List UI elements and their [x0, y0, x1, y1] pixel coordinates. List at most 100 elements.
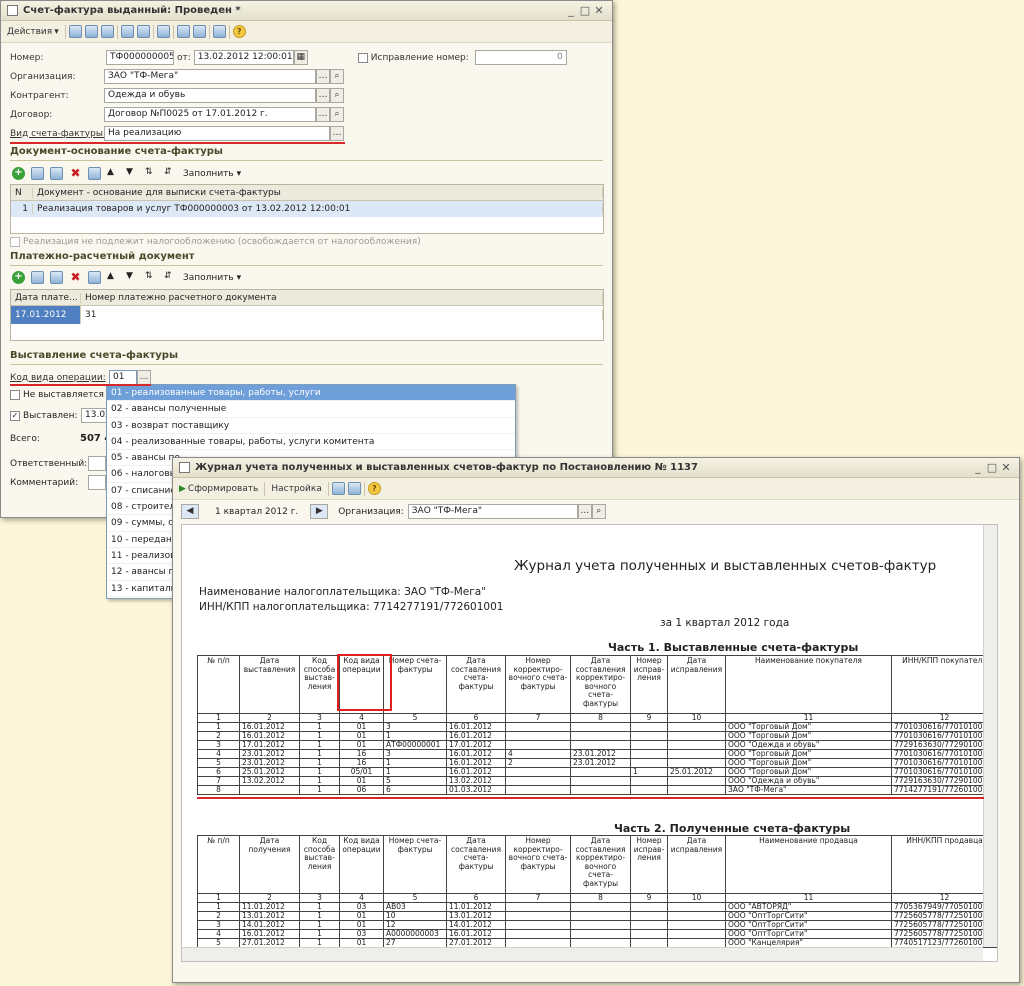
based-on-icon[interactable] — [156, 25, 170, 38]
calendar-icon[interactable]: ▦ — [293, 50, 308, 65]
post-close-icon[interactable] — [68, 25, 82, 38]
end-edit-icon[interactable] — [88, 167, 101, 180]
column-header[interactable]: Номер платежно расчетного документа — [81, 292, 603, 303]
part2-title: Часть 2. Полученные счета-фактуры — [614, 822, 851, 835]
contract-input[interactable]: Договор №П0025 от 17.01.2012 г. — [104, 107, 316, 122]
move-down-icon[interactable]: ▼ — [126, 271, 139, 284]
movements-icon[interactable] — [176, 25, 190, 38]
basis-toolbar: + ✖ ▲ ▼ ⇅ ⇵ Заполнить ▾ — [12, 167, 241, 180]
select-button[interactable]: … — [577, 504, 592, 519]
organization-input[interactable]: ЗАО "ТФ-Мега" — [104, 69, 316, 84]
table-cell: 13.01.2012 — [446, 911, 506, 921]
date-input[interactable]: 13.02.2012 12:00:01 — [193, 50, 294, 65]
copy-row-icon[interactable] — [31, 271, 44, 284]
op-code-option[interactable]: 04 - реализованные товары, работы, услуг… — [107, 434, 515, 451]
select-button[interactable]: … — [316, 88, 330, 103]
delete-icon[interactable]: ✖ — [69, 167, 82, 180]
not-taxable-checkbox[interactable] — [10, 237, 20, 247]
close-icon[interactable]: ✕ — [999, 461, 1013, 474]
delete-icon[interactable]: ✖ — [69, 271, 82, 284]
column-header[interactable]: Документ - основание для выписки счета-ф… — [33, 187, 603, 198]
generate-button[interactable]: ▶ Сформировать — [176, 483, 261, 495]
period-row: ◀ 1 квартал 2012 г. ▶ Организация: ЗАО "… — [181, 504, 606, 519]
maximize-icon[interactable]: □ — [985, 461, 999, 474]
table-row: 2 13.01.2012 1 01 10 13.01.2012 ООО "ОптТоргСи… — [197, 911, 997, 921]
refresh-icon[interactable] — [136, 25, 150, 38]
contractor-input[interactable]: Одежда и обувь — [104, 88, 316, 103]
column-header[interactable]: Дата плате... — [11, 292, 81, 303]
column-header[interactable]: N — [11, 187, 33, 198]
table-row[interactable]: 17.01.2012 31 — [11, 306, 603, 324]
table-row[interactable]: 1 Реализация товаров и услуг ТФ000000003… — [11, 201, 603, 217]
responsible-input[interactable] — [88, 456, 106, 471]
issued-checkbox[interactable]: ✓ — [10, 410, 20, 421]
vertical-scrollbar[interactable] — [983, 525, 997, 947]
report-sheet: Журнал учета полученных и выставленных с… — [181, 524, 998, 962]
search-icon[interactable]: ⌕ — [330, 88, 344, 103]
op-code-input[interactable]: 01 — [109, 370, 137, 385]
table-cell: 8 — [197, 785, 240, 795]
add-icon[interactable]: + — [12, 167, 25, 180]
print-icon[interactable] — [347, 482, 361, 495]
basis-fill-button[interactable]: Заполнить ▾ — [183, 169, 241, 179]
table-cell: 7729163630/772901001 — [891, 740, 997, 750]
settings-button[interactable]: Настройка — [268, 483, 325, 495]
maximize-icon[interactable]: □ — [578, 4, 592, 17]
table-cell — [570, 722, 631, 732]
move-up-icon[interactable]: ▲ — [107, 167, 120, 180]
op-code-option[interactable]: 01 - реализованные товары, работы, услуг… — [107, 385, 515, 402]
table-cell: 11.01.2012 — [446, 902, 506, 912]
not-issued-label: Не выставляется — [23, 390, 104, 400]
post-icon[interactable] — [100, 25, 114, 38]
structure-icon[interactable] — [212, 25, 226, 38]
horizontal-scrollbar[interactable] — [182, 947, 983, 961]
column-number: 6 — [446, 713, 506, 723]
not-issued-checkbox[interactable] — [10, 390, 20, 400]
sort-desc-icon[interactable]: ⇵ — [164, 271, 177, 284]
column-number: 10 — [667, 713, 726, 723]
end-edit-icon[interactable] — [88, 271, 101, 284]
sort-asc-icon[interactable]: ⇅ — [145, 271, 158, 284]
sort-desc-icon[interactable]: ⇵ — [164, 167, 177, 180]
search-icon[interactable]: ⌕ — [330, 69, 344, 84]
add-icon[interactable]: + — [12, 271, 25, 284]
search-icon[interactable]: ⌕ — [330, 107, 344, 122]
correction-checkbox[interactable] — [357, 52, 368, 63]
help-icon[interactable]: ? — [367, 482, 381, 495]
table-cell: 14.01.2012 — [446, 920, 506, 930]
copy-icon[interactable] — [120, 25, 134, 38]
copy-row-icon[interactable] — [31, 167, 44, 180]
table-cell: 7701030616/770101001 — [891, 722, 997, 732]
move-down-icon[interactable]: ▼ — [126, 167, 139, 180]
search-icon[interactable]: ⌕ — [591, 504, 606, 519]
print-icon[interactable] — [192, 25, 206, 38]
edit-icon[interactable] — [50, 167, 63, 180]
edit-icon[interactable] — [50, 271, 63, 284]
select-button[interactable]: … — [316, 107, 330, 122]
help-icon[interactable]: ? — [232, 25, 246, 38]
op-code-option[interactable]: 02 - авансы полученные — [107, 401, 515, 418]
op-code-option[interactable]: 03 - возврат поставщику — [107, 418, 515, 434]
next-period-icon[interactable]: ▶ — [310, 504, 329, 519]
select-button[interactable]: … — [316, 69, 330, 84]
select-button[interactable]: … — [330, 126, 344, 141]
minimize-icon[interactable]: _ — [564, 4, 578, 17]
minimize-icon[interactable]: _ — [971, 461, 985, 474]
save-icon[interactable] — [84, 25, 98, 38]
payment-fill-button[interactable]: Заполнить ▾ — [183, 273, 241, 283]
actions-menu[interactable]: Действия ▾ — [4, 26, 62, 38]
journal-org-input[interactable]: ЗАО "ТФ-Мега" — [407, 504, 578, 519]
correction-number-input[interactable]: 0 — [474, 50, 567, 65]
move-up-icon[interactable]: ▲ — [107, 271, 120, 284]
sort-asc-icon[interactable]: ⇅ — [145, 167, 158, 180]
column-number: 6 — [446, 893, 506, 903]
table-cell: 14.01.2012 — [239, 920, 300, 930]
number-input[interactable]: ТФ000000005 — [106, 50, 174, 65]
prev-period-icon[interactable]: ◀ — [181, 504, 199, 519]
export-icon[interactable] — [331, 482, 345, 495]
invoice-kind-input[interactable]: На реализацию — [104, 126, 330, 141]
comment-input[interactable] — [88, 475, 106, 490]
number-row: Номер: ТФ000000005 от: 13.02.2012 12:00:… — [10, 50, 567, 65]
select-button[interactable]: … — [137, 370, 151, 385]
close-icon[interactable]: ✕ — [592, 4, 606, 17]
